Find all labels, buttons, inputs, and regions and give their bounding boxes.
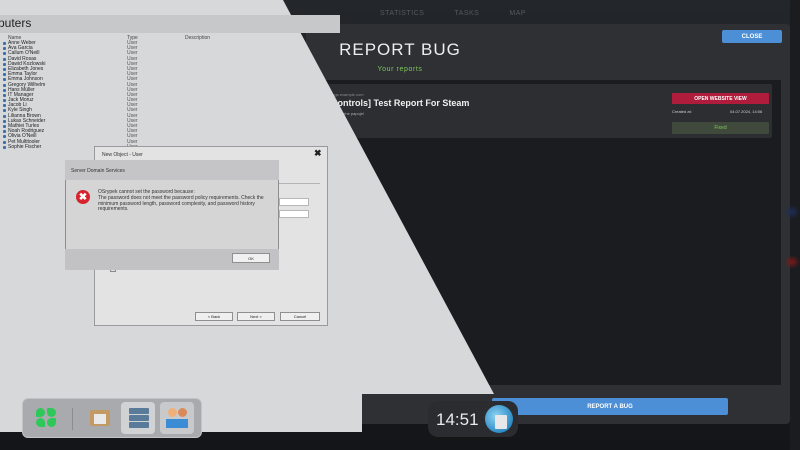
start-menu-icon[interactable]: [30, 402, 64, 434]
open-website-view-button[interactable]: OPEN WEBSITE VIEW: [672, 93, 769, 104]
close-icon[interactable]: ✖: [314, 148, 322, 159]
top-menu-item[interactable]: STATISTICS: [380, 10, 424, 17]
error-icon: ✖: [76, 190, 90, 204]
user-name: Sophie Fischer: [8, 143, 42, 150]
error-message-line: The password does not meet the password …: [98, 194, 264, 213]
user-icon: [3, 119, 6, 123]
user-icon: [3, 42, 6, 45]
user-icon: [3, 145, 6, 149]
close-button[interactable]: CLOSE: [722, 30, 782, 43]
user-icon: [3, 57, 6, 61]
screen: STATISTICS TASKS MAP REPORT BUG Your rep…: [0, 0, 800, 450]
report-url: bugs.example.com: [330, 92, 364, 97]
file-box-icon[interactable]: [82, 402, 116, 434]
error-dialog-title: Server Domain Services: [71, 168, 125, 174]
divider: [279, 183, 320, 184]
user-icon: [3, 67, 6, 71]
top-menu: STATISTICS TASKS MAP: [380, 10, 526, 17]
user-icon: [3, 99, 6, 103]
users-icon[interactable]: [160, 402, 194, 434]
created-at-value: 04.07.2024, 14:06: [730, 109, 763, 114]
background-light: [784, 255, 800, 269]
server-rack-icon[interactable]: [121, 402, 155, 434]
ok-button[interactable]: OK: [232, 253, 270, 263]
password-field[interactable]: [279, 198, 309, 206]
confirm-password-field[interactable]: [279, 210, 309, 218]
report-a-bug-button[interactable]: REPORT A BUG: [492, 398, 728, 415]
background-light: [784, 205, 800, 219]
back-button[interactable]: < Back: [195, 312, 233, 321]
user-icon: [3, 130, 6, 134]
user-icon: [3, 62, 6, 66]
user-icon: [3, 93, 6, 97]
top-menu-item[interactable]: MAP: [509, 10, 526, 17]
right-edge-strip: [790, 0, 800, 450]
user-icon: [3, 114, 6, 118]
new-object-title: New Object - User: [102, 152, 143, 158]
top-menu-item[interactable]: TASKS: [454, 10, 479, 17]
column-header-description[interactable]: Description: [185, 35, 210, 41]
user-icon: [3, 125, 6, 128]
user-icon: [3, 104, 6, 108]
created-at-label: Created at:: [672, 109, 692, 114]
report-title: [Controls] Test Report For Steam: [328, 98, 470, 108]
error-message: OSrypek cannot set the password because:…: [98, 189, 273, 213]
user-icon: [3, 140, 6, 144]
taskbar-divider: [72, 408, 73, 430]
user-icon: [3, 73, 6, 77]
status-badge: Fixed: [672, 122, 769, 134]
window-header: [0, 15, 340, 33]
user-icon: [3, 88, 6, 92]
cancel-button[interactable]: Cancel: [280, 312, 320, 321]
clover-icon: [36, 408, 58, 428]
user-icon: [3, 83, 6, 87]
next-button[interactable]: Next >: [237, 312, 275, 321]
clock-time: 14:51: [436, 410, 479, 429]
window-title: puters: [0, 16, 32, 30]
user-icon: [3, 47, 6, 51]
globe-icon[interactable]: [485, 405, 513, 433]
